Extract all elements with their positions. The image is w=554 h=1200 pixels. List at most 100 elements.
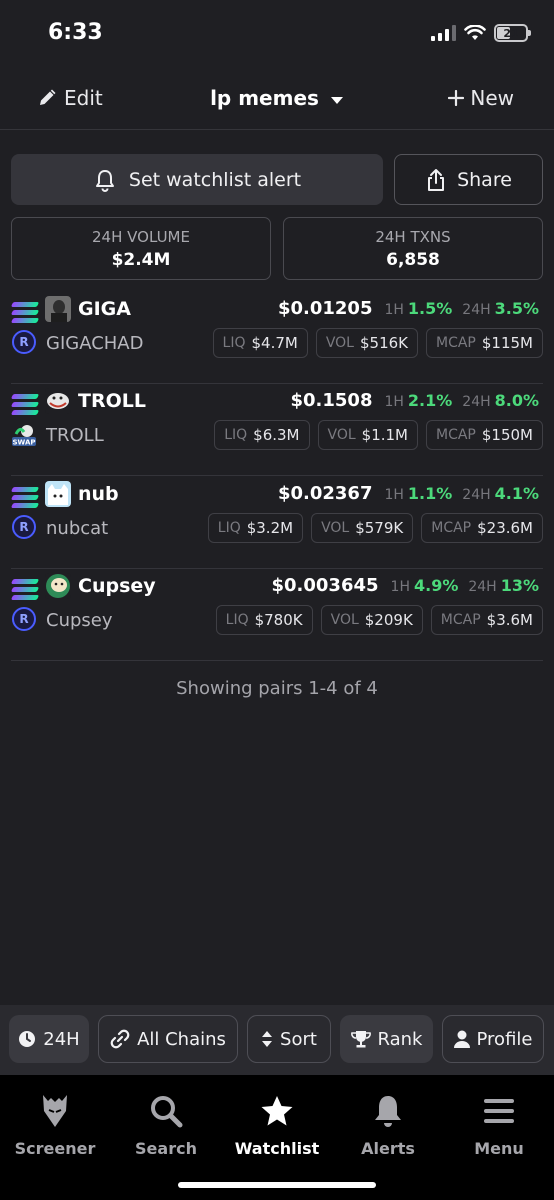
pairs-count-text: Showing pairs 1-4 of 4 <box>176 678 378 699</box>
chains-filter[interactable]: All Chains <box>98 1015 238 1063</box>
pair-symbol: TROLL <box>78 390 146 412</box>
pair-symbol: nub <box>78 483 119 505</box>
set-watchlist-alert-button[interactable]: Set watchlist alert <box>11 154 383 205</box>
battery-level: 21 <box>503 26 519 40</box>
svg-text:SWAP: SWAP <box>13 439 36 447</box>
cupsey-token-icon <box>45 573 71 599</box>
trophy-icon <box>350 1031 371 1048</box>
pair-symbol: GIGA <box>78 298 131 320</box>
share-button[interactable]: Share <box>394 154 543 205</box>
home-indicator <box>178 1182 376 1188</box>
liq-metric: LIQ $3.2M <box>207 513 304 543</box>
menu-icon <box>484 1099 514 1123</box>
change-24h: 24H 4.1% <box>462 484 539 503</box>
share-label: Share <box>457 168 512 191</box>
tab-watchlist-label: Watchlist <box>234 1139 320 1158</box>
txns-label: 24H TXNS <box>375 228 451 246</box>
plus-icon <box>448 90 465 106</box>
pair-symbol: Cupsey <box>78 575 156 597</box>
price-row: $0.003645 1H 4.9% 24H 13% <box>272 575 540 596</box>
bell-icon <box>95 169 114 192</box>
pair-row-troll[interactable]: TROLL SWAP TROLL $0.1508 1H 2.1% 24H 8.0% … <box>0 384 554 476</box>
change-24h: 24H 3.5% <box>462 299 539 318</box>
pair-price: $0.02367 <box>277 483 373 504</box>
sort-filter[interactable]: Sort <box>247 1015 331 1063</box>
solana-icon <box>10 394 40 416</box>
price-row: $0.01205 1H 1.5% 24H 3.5% <box>278 298 539 319</box>
tab-alerts-label: Alerts <box>361 1139 415 1158</box>
status-time: 6:33 <box>48 20 103 45</box>
volume-stat: 24H VOLUME $2.4M <box>11 217 271 280</box>
tab-alerts[interactable]: Alerts <box>333 1093 443 1158</box>
status-bar: 6:33 21 <box>0 0 554 70</box>
chains-label: All Chains <box>137 1028 226 1050</box>
pair-row-cupsey[interactable]: Cupsey R Cupsey $0.003645 1H 4.9% 24H 13% … <box>0 569 554 661</box>
change-1h: 1H 2.1% <box>384 391 453 410</box>
mcap-metric: MCAP $23.6M <box>421 513 543 543</box>
tab-menu-label: Menu <box>474 1139 524 1158</box>
tab-search-label: Search <box>135 1139 197 1158</box>
row-divider <box>11 660 543 661</box>
caret-down-icon <box>330 97 343 104</box>
pair-name: Cupsey <box>46 610 113 631</box>
rank-label: Rank <box>377 1028 423 1050</box>
share-icon <box>428 168 445 191</box>
change-24h: 24H 13% <box>468 576 539 595</box>
wifi-icon <box>464 25 486 40</box>
price-row: $0.1508 1H 2.1% 24H 8.0% <box>290 390 539 411</box>
price-row: $0.02367 1H 1.1% 24H 4.1% <box>278 483 539 504</box>
user-icon <box>453 1030 470 1048</box>
timeframe-filter[interactable]: 24H <box>9 1015 89 1063</box>
vol-metric: VOL $209K <box>320 605 423 635</box>
raydium-icon: R <box>12 330 36 354</box>
pair-row-giga[interactable]: GIGA R GIGACHAD $0.01205 1H 1.5% 24H 3.5% … <box>0 292 554 384</box>
search-icon <box>151 1096 183 1128</box>
swap-dex-icon: SWAP <box>12 424 36 447</box>
pair-price: $0.1508 <box>290 390 373 411</box>
pair-price: $0.003645 <box>271 575 379 596</box>
solana-icon <box>10 302 40 324</box>
watchlist-header: Edit lp memes New <box>0 70 554 130</box>
tab-watchlist[interactable]: Watchlist <box>222 1093 332 1158</box>
pair-price: $0.01205 <box>277 298 373 319</box>
alert-label: Set watchlist alert <box>128 168 302 191</box>
profile-filter[interactable]: Profile <box>442 1015 544 1063</box>
new-watchlist-button[interactable]: New <box>448 86 514 110</box>
cellular-signal-icon <box>431 25 456 41</box>
row-divider <box>11 475 543 476</box>
vol-metric: VOL $1.1M <box>317 420 418 450</box>
bell-icon <box>375 1096 401 1127</box>
mcap-metric: MCAP $3.6M <box>430 605 543 635</box>
troll-token-icon <box>45 388 71 414</box>
clock-icon <box>19 1031 36 1047</box>
solana-icon <box>10 579 40 601</box>
change-24h: 24H 8.0% <box>462 391 539 410</box>
solana-icon <box>10 487 40 509</box>
volume-value: $2.4M <box>111 250 171 270</box>
profile-label: Profile <box>476 1028 533 1050</box>
tab-search[interactable]: Search <box>111 1093 221 1158</box>
filter-bar: 24H All Chains Sort Rank Profile <box>0 1005 554 1075</box>
pair-row-nub[interactable]: nub R nubcat $0.02367 1H 1.1% 24H 4.1% LIQ… <box>0 477 554 569</box>
link-icon <box>110 1029 130 1049</box>
liq-metric: LIQ $6.3M <box>214 420 310 450</box>
screener-icon <box>43 1095 67 1127</box>
tab-screener[interactable]: Screener <box>0 1093 110 1158</box>
change-1h: 1H 1.1% <box>384 484 453 503</box>
timeframe-label: 24H <box>43 1028 80 1050</box>
sort-label: Sort <box>280 1028 317 1050</box>
tab-menu[interactable]: Menu <box>444 1093 554 1158</box>
status-icons: 21 <box>431 24 531 42</box>
pair-name: TROLL <box>46 425 104 446</box>
pair-name: GIGACHAD <box>46 333 144 354</box>
raydium-icon: R <box>12 515 36 539</box>
nub-token-icon <box>45 481 71 507</box>
pair-metrics: LIQ $780K VOL $209K MCAP $3.6M <box>215 605 543 635</box>
watchlist-title: lp memes <box>210 86 319 110</box>
pair-metrics: LIQ $3.2M VOL $579K MCAP $23.6M <box>207 513 543 543</box>
pair-metrics: LIQ $6.3M VOL $1.1M MCAP $150M <box>214 420 543 450</box>
new-label: New <box>470 86 514 110</box>
volume-label: 24H VOLUME <box>92 228 190 246</box>
rank-filter[interactable]: Rank <box>340 1015 433 1063</box>
vol-metric: VOL $579K <box>311 513 414 543</box>
